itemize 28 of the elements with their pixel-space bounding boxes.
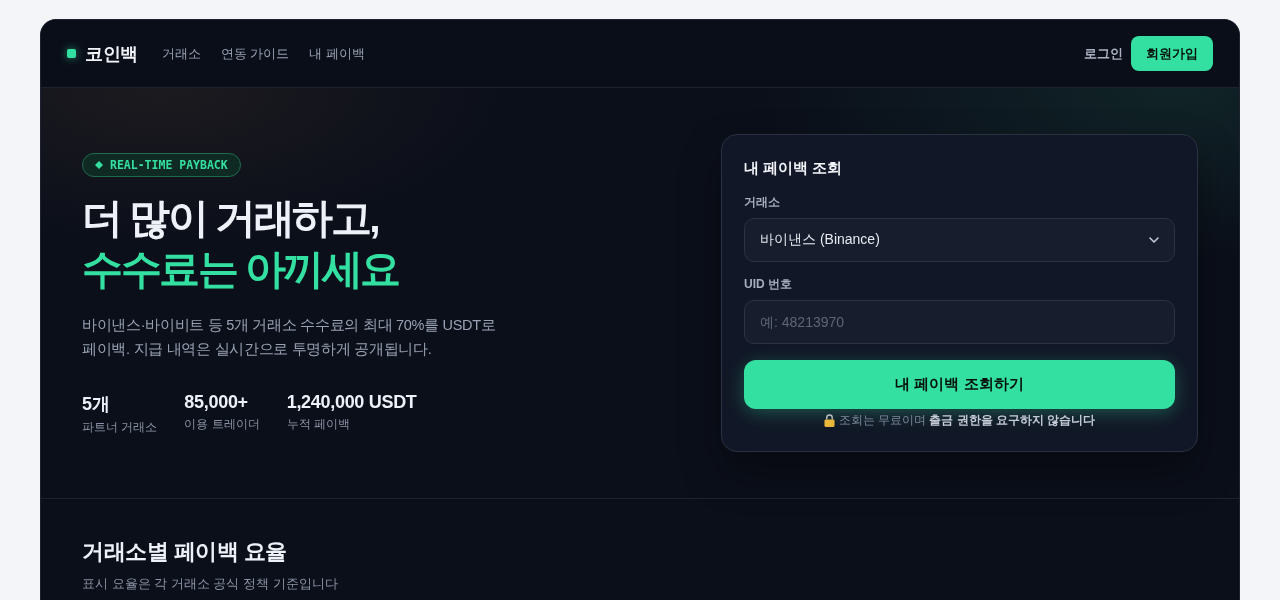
nav-link[interactable]: 거래소 bbox=[161, 44, 201, 63]
stat-value: 5개 bbox=[82, 393, 111, 416]
lock-icon bbox=[823, 414, 835, 427]
chevron-down-icon bbox=[1149, 237, 1159, 243]
lookup-button[interactable]: 내 페이백 조회하기 bbox=[744, 360, 1175, 409]
headline-text: 더 많이 거래하고, bbox=[82, 194, 380, 243]
diamond-icon bbox=[95, 161, 103, 169]
stat-label: 이용 트레이더 bbox=[184, 416, 260, 433]
hero-description: 바이낸스·바이비트 등 5개 거래소 수수료의 최대 70%를 USDT로 페이백. 지급 내역은 실시간으로 투명하게 공개됩니다. bbox=[82, 316, 497, 359]
card-title: 내 페이백 조회 bbox=[744, 159, 844, 178]
nav-link[interactable]: 연동 가이드 bbox=[220, 44, 290, 63]
login-link[interactable]: 로그인 bbox=[1084, 44, 1123, 63]
privacy-note: 조회는 무료이며 출금 권한을 요구하지 않습니다 bbox=[838, 412, 1096, 429]
signup-button[interactable]: 회원가입 bbox=[1131, 36, 1213, 71]
nav-link[interactable]: 내 페이백 bbox=[309, 44, 365, 63]
stat-value: 1,240,000 USDT bbox=[286, 392, 417, 413]
field-label: UID 번호 bbox=[744, 276, 793, 293]
section-subtitle: 표시 요율은 각 거래소 공식 정책 기준입니다 bbox=[82, 575, 339, 593]
badge-text: REAL-TIME PAYBACK bbox=[110, 158, 228, 172]
logo-text: 코인백 bbox=[85, 42, 138, 66]
stat-label: 누적 페이백 bbox=[286, 416, 352, 433]
section-title: 거래소별 페이백 요율 bbox=[82, 538, 288, 566]
exchange-select[interactable]: 바이낸스 (Binance) bbox=[744, 218, 1175, 262]
uid-input-field[interactable]: 예: 48213970 bbox=[744, 300, 1175, 344]
field-label: 거래소 bbox=[744, 194, 781, 211]
stat-value: 85,000+ bbox=[184, 392, 249, 413]
headline-text: 수수료는 아끼세요 bbox=[82, 245, 399, 294]
stat-label: 파트너 거래소 bbox=[82, 419, 158, 436]
